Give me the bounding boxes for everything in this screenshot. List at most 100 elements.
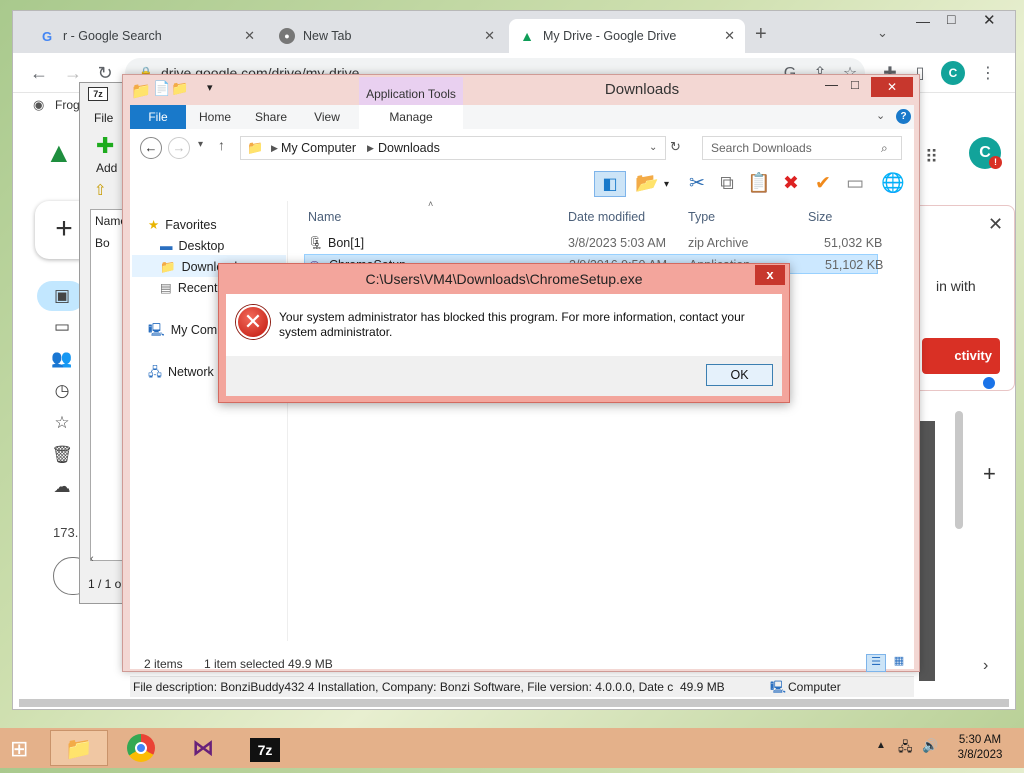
error-icon: ✕ <box>236 305 270 339</box>
delete-icon[interactable]: ✖ <box>778 171 804 197</box>
add-icon[interactable]: ✚ <box>96 133 114 159</box>
recent-locations-icon[interactable]: ▾ <box>198 139 203 150</box>
close-icon[interactable]: ✕ <box>244 28 255 44</box>
clock-date: 3/8/2023 <box>957 749 1003 761</box>
storage-icon[interactable]: ☁ <box>49 474 75 500</box>
volume-icon[interactable]: 🔊 <box>922 738 938 754</box>
scroll-left-icon[interactable]: ‹ <box>90 553 94 565</box>
tab-new-tab[interactable]: ● New Tab ✕ <box>269 19 505 53</box>
folder-check-icon[interactable]: 📂 <box>634 171 660 197</box>
check-icon[interactable]: ✔ <box>810 171 836 197</box>
background-photo <box>919 421 935 681</box>
status-bar: 2 items 1 item selected 49.9 MB ☰ ▦ <box>130 653 914 675</box>
tab-manage[interactable]: Manage <box>359 105 463 129</box>
address-bar[interactable]: 📁 ▶ My Computer ▶ Downloads ⌄ <box>240 136 666 160</box>
column-date[interactable]: Date modified <box>568 205 645 229</box>
new-tab-button[interactable]: + <box>755 23 767 46</box>
details-view-icon[interactable]: ☰ <box>866 654 886 672</box>
cut-icon[interactable]: ✂ <box>684 171 710 197</box>
chevron-down-icon[interactable]: ⌄ <box>649 137 657 159</box>
star-icon: ★ <box>148 218 160 232</box>
recent-icon[interactable]: ◷ <box>49 378 75 404</box>
nav-computer[interactable]: 🖳 My Com <box>148 320 217 340</box>
maximize-icon[interactable]: □ <box>947 11 955 27</box>
my-drive-icon[interactable]: ▣ <box>49 283 75 309</box>
horizontal-scrollbar[interactable] <box>19 699 1009 707</box>
close-window-icon[interactable]: ✕ <box>983 11 996 29</box>
breadcrumb-downloads[interactable]: Downloads <box>378 137 440 159</box>
tab-share[interactable]: Share <box>246 105 296 129</box>
clock[interactable]: 5:30 AM 3/8/2023 <box>950 733 1010 763</box>
drive-logo: ▲ <box>45 137 73 168</box>
close-window-button[interactable]: ✕ <box>871 77 913 97</box>
activity-button[interactable]: ctivity <box>922 338 1000 374</box>
computer-icon: 🖳 <box>148 323 165 337</box>
nav-recent[interactable]: ▤ Recent <box>160 278 217 298</box>
trash-icon[interactable]: 🗑 <box>49 442 75 468</box>
column-name[interactable]: Name <box>308 205 341 229</box>
profile-avatar[interactable]: C <box>941 61 965 85</box>
back-icon[interactable]: ← <box>27 61 51 85</box>
chrome-taskbar-icon[interactable] <box>112 730 170 766</box>
collapse-ribbon-icon[interactable]: ⌄ <box>876 109 885 122</box>
close-icon[interactable]: ✕ <box>484 28 495 44</box>
rename-icon[interactable]: ▭ <box>842 171 868 197</box>
search-input[interactable]: Search Downloads ⌕ <box>702 136 902 160</box>
ok-button[interactable]: OK <box>706 364 773 386</box>
tab-google-search[interactable]: G r - Google Search ✕ <box>29 19 265 53</box>
show-hidden-icons-icon[interactable]: ▲ <box>876 740 886 751</box>
chevron-right-icon[interactable]: › <box>983 657 988 675</box>
chevron-down-icon[interactable]: ▾ <box>664 179 669 190</box>
column-size[interactable]: Size <box>808 205 832 229</box>
tab-file[interactable]: File <box>130 105 186 129</box>
computers-icon[interactable]: ▭ <box>49 314 75 340</box>
minimize-icon[interactable]: — <box>916 13 930 29</box>
tab-search-icon[interactable]: ⌄ <box>877 25 888 41</box>
chevron-right-icon: ▶ <box>367 143 374 153</box>
preview-pane-icon[interactable]: ◧ <box>594 171 626 197</box>
help-icon[interactable]: ? <box>896 109 911 124</box>
item-count: 2 items <box>144 657 183 671</box>
sevenzip-taskbar-icon[interactable]: 7z <box>236 730 294 766</box>
column-type[interactable]: Type <box>688 205 715 229</box>
scrollbar[interactable] <box>955 411 963 529</box>
file-explorer-taskbar-icon[interactable]: 📁 <box>50 730 108 766</box>
maximize-icon[interactable]: □ <box>851 77 859 92</box>
shared-icon[interactable]: 👥 <box>49 346 75 372</box>
add-icon[interactable]: + <box>983 461 996 487</box>
tab-google-drive[interactable]: ▲ My Drive - Google Drive ✕ <box>509 19 745 53</box>
list-item[interactable]: Bo <box>95 236 110 250</box>
refresh-icon[interactable]: ↻ <box>670 139 681 155</box>
large-icons-view-icon[interactable]: ▦ <box>890 654 908 672</box>
file-type: zip Archive <box>688 236 749 250</box>
breadcrumb-my-computer[interactable]: My Computer <box>281 137 356 159</box>
clock-time: 5:30 AM <box>958 734 1002 746</box>
file-row[interactable]: 🗜 Bon[1] 3/8/2023 5:03 AM zip Archive 51… <box>304 233 882 253</box>
close-icon[interactable]: ✕ <box>988 214 1003 235</box>
nav-network[interactable]: 🖧 Network <box>148 362 214 382</box>
menu-icon[interactable]: ⋮ <box>977 63 999 85</box>
forward-icon[interactable]: → <box>168 137 190 159</box>
visual-studio-taskbar-icon[interactable]: ⋈ <box>174 730 232 766</box>
windows-start-icon[interactable]: ⊞ <box>10 736 28 762</box>
tab-home[interactable]: Home <box>190 105 240 129</box>
folder-up-icon[interactable]: ⇧ <box>94 181 107 199</box>
dialog-close-button[interactable]: x <box>755 265 785 285</box>
menu-file[interactable]: File <box>94 111 113 125</box>
close-icon[interactable]: ✕ <box>724 28 735 44</box>
globe-icon[interactable]: 🌐 <box>880 171 906 197</box>
apps-grid-icon[interactable]: ⠿ <box>925 147 938 168</box>
starred-icon[interactable]: ☆ <box>49 410 75 436</box>
globe-icon: ◉ <box>33 97 45 112</box>
nav-favorites[interactable]: ★ Favorites <box>148 215 217 235</box>
zip-file-icon: 🗜 <box>308 236 324 250</box>
copy-icon[interactable]: ⧉ <box>714 171 740 197</box>
minimize-icon[interactable]: — <box>825 77 838 92</box>
paste-icon[interactable]: 📋 <box>746 171 772 197</box>
nav-desktop[interactable]: ▬ Desktop <box>160 236 224 256</box>
up-icon[interactable]: ↑ <box>218 137 225 153</box>
tab-view[interactable]: View <box>302 105 352 129</box>
network-status-icon[interactable]: 🖧 <box>898 738 913 760</box>
bookmark-frog[interactable]: Frog <box>55 98 80 112</box>
back-icon[interactable]: ← <box>140 137 162 159</box>
